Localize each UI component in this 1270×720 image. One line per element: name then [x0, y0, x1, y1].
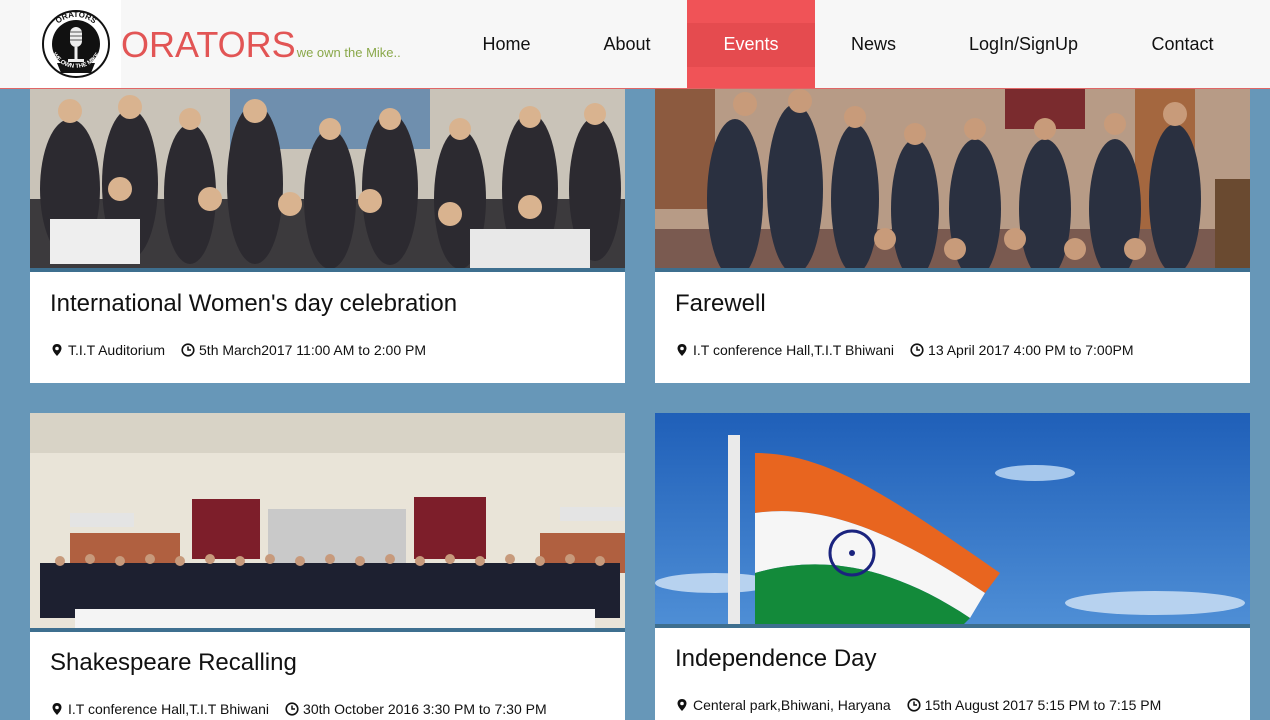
brand-name: ORATORS — [121, 24, 296, 65]
event-venue: I.T conference Hall,T.I.T Bhiwani — [693, 342, 895, 358]
event-time: 5th March2017 11:00 AM to 2:00 PM — [199, 342, 427, 358]
nav-about[interactable]: About — [567, 0, 687, 88]
brand-tagline: we own the Mike.. — [296, 45, 401, 60]
nav-events-label: Events — [723, 33, 779, 54]
event-title[interactable]: Independence Day — [675, 645, 877, 673]
event-venue: I.T conference Hall,T.I.T Bhiwani — [68, 701, 270, 717]
event-card[interactable]: International Women's day celebration T.… — [30, 89, 625, 383]
event-meta: Centeral park,Bhiwani, Haryana 15th Augu… — [675, 697, 1161, 713]
microphone-logo-icon: ORATORS WE OWN THE MIKE — [41, 10, 110, 78]
nav-home-label: Home — [482, 33, 531, 54]
event-photo[interactable] — [655, 413, 1250, 628]
event-time: 15th August 2017 5:15 PM to 7:15 PM — [924, 697, 1162, 713]
event-card[interactable]: Shakespeare Recalling I.T conference Hal… — [30, 413, 625, 720]
group-photo-image — [30, 413, 625, 632]
event-meta: T.I.T Auditorium 5th March2017 11:00 AM … — [50, 342, 426, 358]
group-photo-image — [655, 89, 1250, 272]
nav-events[interactable]: Events — [687, 0, 815, 88]
nav-home[interactable]: Home — [446, 0, 567, 88]
brand[interactable]: ORATORS we own the Mike.. — [121, 24, 401, 66]
event-venue: T.I.T Auditorium — [68, 342, 166, 358]
orators-logo[interactable]: ORATORS WE OWN THE MIKE — [30, 0, 121, 88]
event-photo[interactable] — [655, 89, 1250, 272]
nav-contact[interactable]: Contact — [1115, 0, 1250, 88]
map-marker-icon — [675, 698, 689, 712]
event-time: 13 April 2017 4:00 PM to 7:00PM — [928, 342, 1134, 358]
map-marker-icon — [50, 343, 64, 357]
nav-login-signup-label: LogIn/SignUp — [968, 33, 1079, 54]
nav-news[interactable]: News — [815, 0, 932, 88]
event-meta: I.T conference Hall,T.I.T Bhiwani 30th O… — [50, 701, 547, 717]
event-meta: I.T conference Hall,T.I.T Bhiwani 13 Apr… — [675, 342, 1134, 358]
nav-news-label: News — [850, 33, 896, 54]
clock-icon — [285, 702, 299, 716]
group-photo-image — [30, 89, 625, 272]
event-photo[interactable] — [30, 413, 625, 632]
clock-icon — [181, 343, 195, 357]
event-title[interactable]: Farewell — [675, 290, 766, 318]
event-card[interactable]: Independence Day Centeral park,Bhiwani, … — [655, 413, 1250, 720]
event-card[interactable]: Farewell I.T conference Hall,T.I.T Bhiwa… — [655, 89, 1250, 383]
map-marker-icon — [675, 343, 689, 357]
nav-about-label: About — [603, 33, 651, 54]
map-marker-icon — [50, 702, 64, 716]
event-photo[interactable] — [30, 89, 625, 272]
event-venue: Centeral park,Bhiwani, Haryana — [693, 697, 891, 713]
nav-contact-label: Contact — [1151, 33, 1214, 54]
flag-photo-image — [655, 413, 1250, 628]
clock-icon — [910, 343, 924, 357]
event-title[interactable]: International Women's day celebration — [50, 290, 457, 318]
event-time: 30th October 2016 3:30 PM to 7:30 PM — [303, 701, 547, 717]
site-header: ORATORS WE OWN THE MIKE ORATORS we own t… — [0, 0, 1270, 89]
event-title[interactable]: Shakespeare Recalling — [50, 649, 297, 677]
clock-icon — [907, 698, 921, 712]
nav-login-signup[interactable]: LogIn/SignUp — [932, 0, 1115, 88]
